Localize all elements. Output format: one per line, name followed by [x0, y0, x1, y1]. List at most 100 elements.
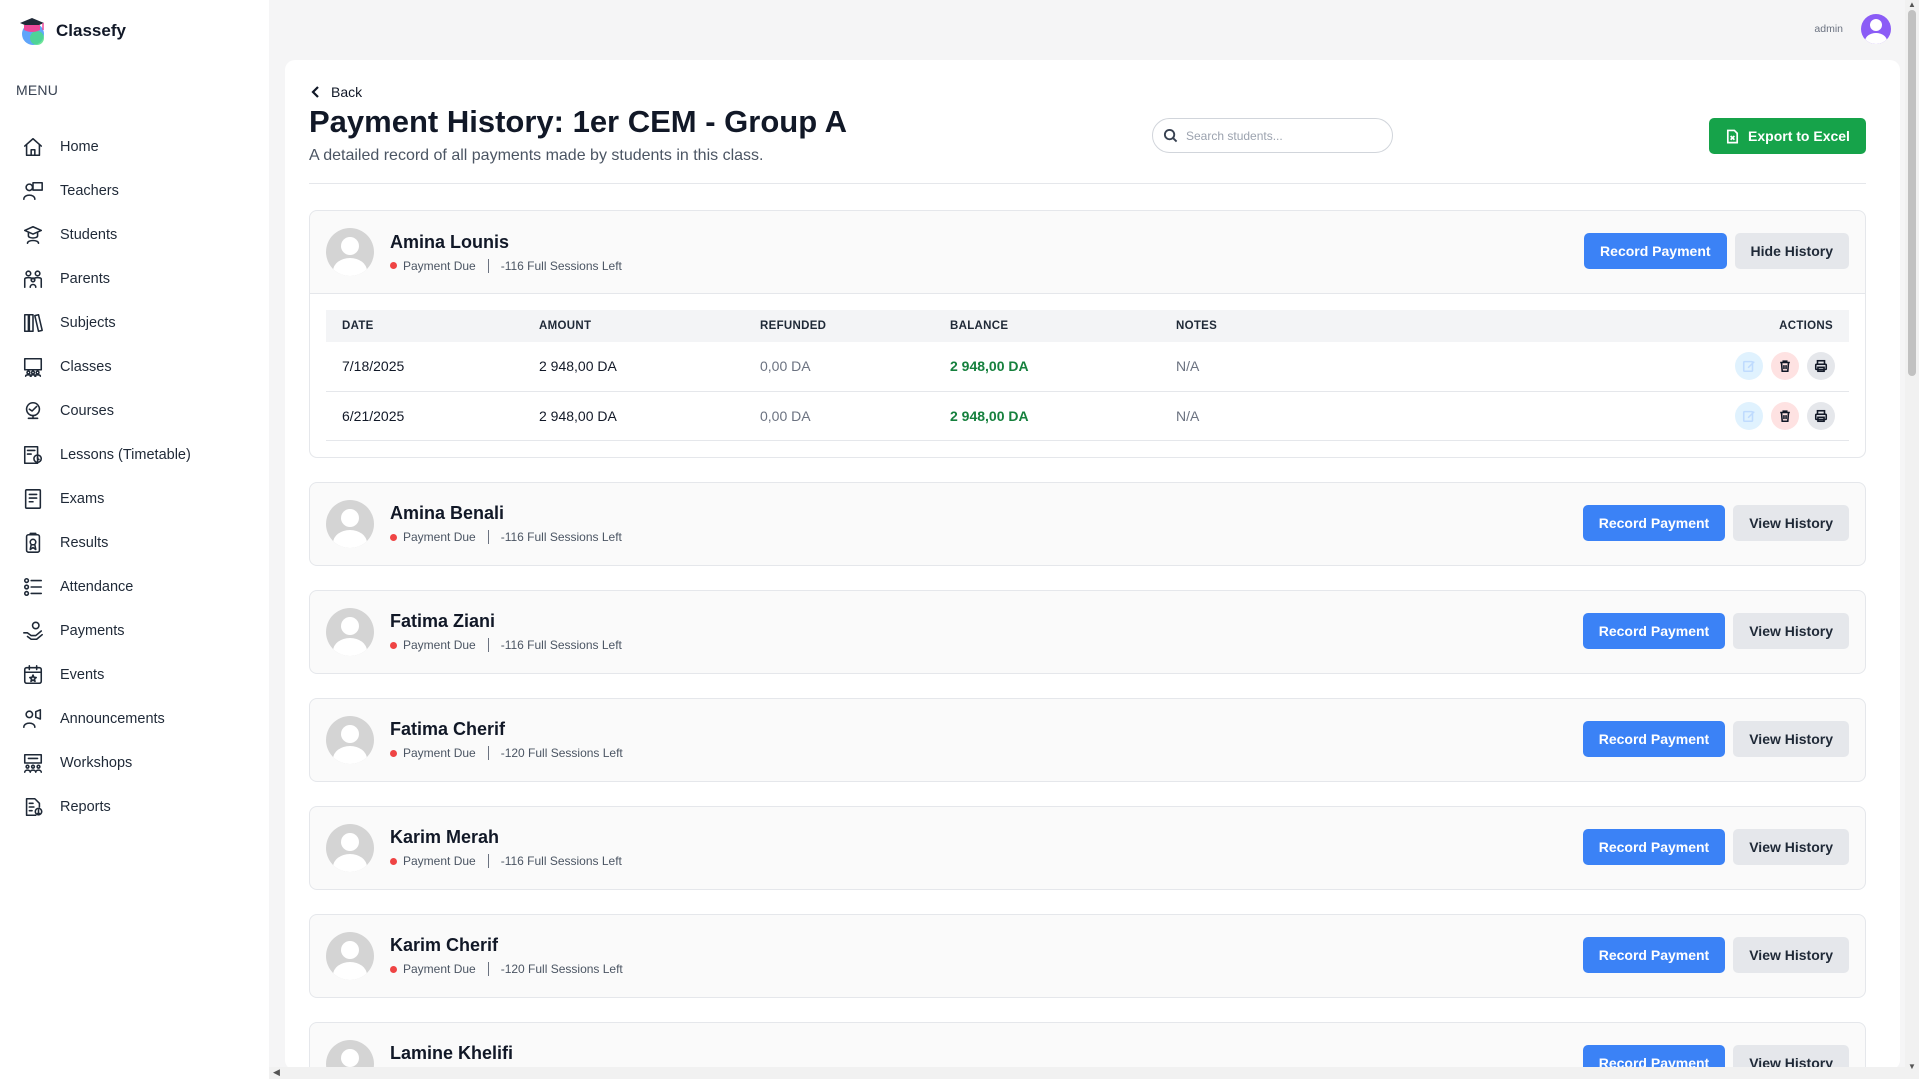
scroll-left-arrow-icon[interactable]: ◀ [273, 1067, 280, 1078]
back-button[interactable]: Back [309, 84, 362, 100]
header-divider [309, 183, 1866, 184]
sidebar-item-parents[interactable]: Parents [20, 257, 260, 301]
horizontal-scrollbar[interactable]: ◀ [269, 1067, 1905, 1079]
student-avatar-icon [326, 607, 374, 656]
student-avatar-icon [326, 228, 374, 276]
payments-icon [20, 618, 46, 644]
sessions-left: -116 Full Sessions Left [500, 854, 622, 868]
hide-history-button[interactable]: Hide History [1734, 233, 1849, 269]
sidebar-item-teachers[interactable]: Teachers [20, 169, 260, 213]
scroll-up-arrow-icon[interactable]: ▲ [1908, 0, 1916, 9]
view-history-button[interactable]: View History [1733, 720, 1849, 757]
sidebar-item-subjects[interactable]: Subjects [20, 301, 260, 345]
table-row: 6/21/2025 2 948,00 DA 0,00 DA 2 948,00 DA N/… [326, 391, 1849, 441]
sidebar-item-lessons-timetable[interactable]: Lessons (Timetable) [20, 433, 260, 477]
user-avatar[interactable] [1861, 14, 1891, 44]
student-card: Amina Lounis Payment Due -116 Full Session… [309, 210, 1866, 458]
sidebar-item-courses[interactable]: Courses [20, 389, 260, 433]
sidebar-item-classes[interactable]: Classes [20, 345, 260, 389]
search-icon [1163, 128, 1178, 143]
edit-icon [1742, 410, 1755, 422]
search-box[interactable] [1152, 118, 1393, 153]
classroom-icon [20, 354, 46, 380]
student-meta: Payment Due -116 Full Sessions Left [390, 530, 622, 544]
sidebar-item-label: Events [60, 667, 105, 683]
sidebar-item-workshops[interactable]: Workshops [20, 741, 260, 785]
sessions-left: -120 Full Sessions Left [500, 746, 623, 760]
payment-status: Payment Due [403, 638, 476, 652]
view-history-button[interactable]: View History [1733, 612, 1849, 649]
sidebar-item-label: Announcements [60, 711, 165, 727]
sidebar-item-exams[interactable]: Exams [20, 477, 260, 521]
payment-date: 6/21/2025 [326, 391, 523, 441]
export-excel-button[interactable]: Export to Excel [1709, 118, 1866, 154]
student-avatar-icon [326, 715, 374, 764]
edit-payment-button[interactable] [1735, 352, 1763, 381]
print-receipt-button[interactable] [1807, 352, 1835, 381]
app-logo[interactable]: Classefy [16, 14, 126, 48]
sidebar-item-students[interactable]: Students [20, 213, 260, 257]
student-name: Karim Merah [390, 827, 500, 847]
record-payment-button[interactable]: Record Payment [1582, 612, 1726, 649]
view-history-button[interactable]: View History [1733, 828, 1849, 865]
sidebar-item-label: Exams [60, 491, 105, 507]
student-card-header: Karim Merah Payment Due -116 Full Sessions… [310, 807, 1865, 889]
student-card-header: Amina Lounis Payment Due -116 Full Session… [310, 211, 1865, 293]
student-actions: Record Payment View History [1582, 720, 1849, 757]
student-card-header: Fatima Ziani Payment Due -116 Full Session… [310, 591, 1865, 673]
student-name: Amina Lounis [390, 231, 510, 252]
status-dot-icon [390, 262, 397, 269]
scroll-down-arrow-icon[interactable]: ▼ [1908, 1062, 1916, 1071]
meta-separator [487, 746, 489, 760]
vertical-scroll-thumb[interactable] [1908, 10, 1916, 376]
meta-separator [487, 530, 489, 544]
sidebar-item-home[interactable]: Home [20, 125, 260, 169]
sidebar-item-announcements[interactable]: Announcements [20, 697, 260, 741]
sidebar-item-results[interactable]: Results [20, 521, 260, 565]
record-payment-button[interactable]: Record Payment [1582, 828, 1726, 865]
record-payment-button[interactable]: Record Payment [1582, 936, 1726, 973]
sidebar-nav: Home Teachers Students Parents Subjects Class… [20, 125, 260, 829]
sidebar-item-label: Teachers [60, 183, 119, 199]
payment-amount: 2 948,00 DA [523, 342, 744, 392]
sidebar-item-payments[interactable]: Payments [20, 609, 260, 653]
record-payment-button[interactable]: Record Payment [1584, 233, 1727, 269]
books-icon [20, 310, 46, 336]
trash-icon [1780, 409, 1790, 422]
row-actions [1361, 342, 1849, 392]
student-avatar-icon [326, 823, 374, 872]
student-info: Karim Merah Payment Due -116 Full Sessions… [390, 827, 622, 868]
workshop-icon [20, 750, 46, 776]
student-meta: Payment Due -120 Full Sessions Left [390, 962, 623, 976]
print-receipt-button[interactable] [1807, 401, 1835, 430]
sidebar-item-reports[interactable]: Reports [20, 785, 260, 829]
record-payment-button[interactable]: Record Payment [1582, 720, 1726, 757]
student-card-header: Karim Cherif Payment Due -120 Full Session… [310, 915, 1865, 997]
sidebar-item-label: Classes [60, 359, 112, 375]
meta-separator [487, 638, 489, 652]
timetable-icon [20, 442, 46, 468]
student-actions: Record Payment View History [1582, 612, 1849, 649]
meta-separator [487, 854, 489, 868]
sidebar-item-attendance[interactable]: Attendance [20, 565, 260, 609]
student-actions: Record Payment View History [1582, 504, 1849, 541]
vertical-scrollbar[interactable]: ▲ ▼ [1905, 0, 1919, 1079]
edit-payment-button[interactable] [1735, 401, 1763, 430]
record-payment-button[interactable]: Record Payment [1582, 504, 1726, 541]
sidebar-item-events[interactable]: Events [20, 653, 260, 697]
view-history-button[interactable]: View History [1733, 504, 1849, 541]
user-menu[interactable]: admin [1814, 14, 1891, 44]
student-info: Fatima Cherif Payment Due -120 Full Sessio… [390, 719, 623, 760]
attendance-icon [20, 574, 46, 600]
edit-icon [1742, 361, 1755, 373]
student-list: Amina Lounis Payment Due -116 Full Session… [309, 210, 1866, 1070]
printer-icon [1814, 360, 1828, 373]
search-input[interactable] [1186, 128, 1376, 143]
student-actions: Record Payment Hide History [1584, 233, 1849, 269]
view-history-button[interactable]: View History [1733, 936, 1849, 973]
delete-payment-button[interactable] [1771, 401, 1799, 430]
payment-status: Payment Due [403, 530, 476, 544]
delete-payment-button[interactable] [1771, 352, 1799, 381]
col-amount: AMOUNT [523, 310, 744, 342]
results-icon [20, 530, 46, 556]
